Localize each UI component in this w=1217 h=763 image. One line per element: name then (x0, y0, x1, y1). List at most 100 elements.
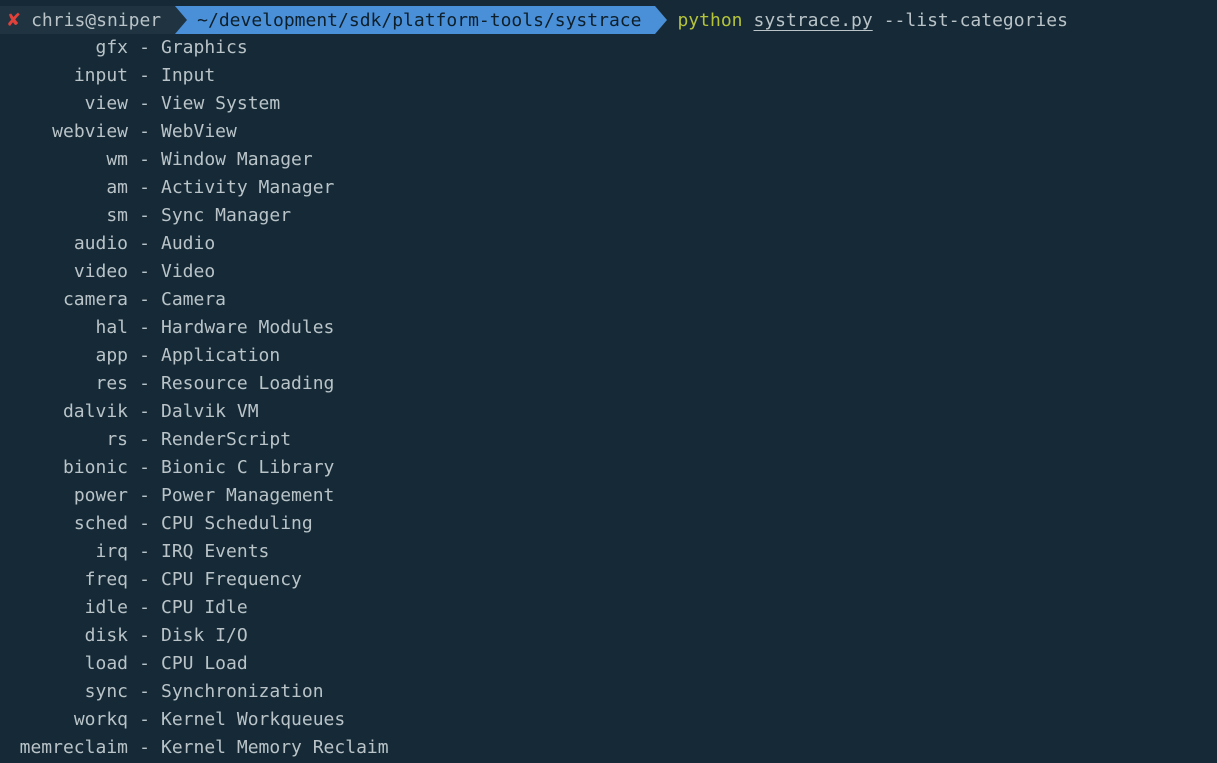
category-separator: - (139, 597, 150, 618)
category-description: Resource Loading (161, 373, 335, 394)
category-description: Kernel Workqueues (161, 709, 346, 730)
category-row: disk - Disk I/O (0, 622, 389, 650)
category-description: CPU Idle (161, 597, 248, 618)
category-row: input - Input (0, 62, 389, 90)
category-row: hal - Hardware Modules (0, 314, 389, 342)
category-key: power (73, 485, 128, 506)
category-key: input (73, 65, 128, 86)
category-description: Synchronization (161, 681, 324, 702)
category-description: WebView (161, 121, 237, 142)
category-separator: - (139, 121, 150, 142)
category-description: Video (161, 261, 216, 282)
category-key: rs (106, 429, 128, 450)
current-directory: ~/development/sdk/platform-tools/systrac… (197, 9, 642, 31)
category-separator: - (139, 513, 150, 534)
category-key: sync (84, 681, 128, 702)
category-row: bionic - Bionic C Library (0, 454, 389, 482)
category-row: app - Application (0, 342, 389, 370)
category-key: idle (84, 597, 128, 618)
category-description: Disk I/O (161, 625, 248, 646)
category-list: gfx - Graphics input - Input view - View System w… (0, 34, 389, 762)
category-key: workq (73, 709, 128, 730)
error-status-icon: ✘ (6, 9, 22, 31)
category-row: memreclaim - Kernel Memory Reclaim (0, 734, 389, 762)
category-separator: - (139, 681, 150, 702)
category-description: Power Management (161, 485, 335, 506)
category-row: audio - Audio (0, 230, 389, 258)
category-separator: - (139, 37, 150, 58)
category-key: sched (73, 513, 128, 534)
category-separator: - (139, 625, 150, 646)
category-key: hal (95, 317, 128, 338)
category-description: Activity Manager (161, 177, 335, 198)
category-row: workq - Kernel Workqueues (0, 706, 389, 734)
category-key: video (73, 261, 128, 282)
category-key: wm (106, 149, 128, 170)
category-separator: - (139, 653, 150, 674)
category-separator: - (139, 93, 150, 114)
category-separator: - (139, 177, 150, 198)
category-row: res - Resource Loading (0, 370, 389, 398)
category-key: camera (62, 289, 128, 310)
prompt-user-segment: ✘ chris@sniper (0, 6, 188, 34)
category-key: view (84, 93, 128, 114)
category-description: Dalvik VM (161, 401, 259, 422)
category-row: load - CPU Load (0, 650, 389, 678)
category-separator: - (139, 65, 150, 86)
category-separator: - (139, 317, 150, 338)
category-description: CPU Frequency (161, 569, 302, 590)
category-description: Audio (161, 233, 216, 254)
category-separator: - (139, 149, 150, 170)
command-script: systrace.py (753, 9, 873, 31)
category-row: sched - CPU Scheduling (0, 510, 389, 538)
category-separator: - (139, 485, 150, 506)
category-separator: - (139, 457, 150, 478)
category-row: video - Video (0, 258, 389, 286)
category-description: Input (161, 65, 216, 86)
category-description: CPU Load (161, 653, 248, 674)
category-separator: - (139, 289, 150, 310)
category-key: am (106, 177, 128, 198)
command-args: --list-categories (883, 9, 1068, 31)
user-host: chris@sniper (31, 9, 162, 31)
category-row: camera - Camera (0, 286, 389, 314)
category-row: sync - Synchronization (0, 678, 389, 706)
category-separator: - (139, 429, 150, 450)
category-description: Bionic C Library (161, 457, 335, 478)
category-key: gfx (95, 37, 128, 58)
category-row: dalvik - Dalvik VM (0, 398, 389, 426)
category-row: view - View System (0, 90, 389, 118)
category-key: memreclaim (19, 737, 128, 758)
category-row: power - Power Management (0, 482, 389, 510)
command-program: python (677, 9, 743, 31)
category-row: gfx - Graphics (0, 34, 389, 62)
category-description: View System (161, 93, 281, 114)
category-row: am - Activity Manager (0, 174, 389, 202)
category-separator: - (139, 205, 150, 226)
category-key: sm (106, 205, 128, 226)
category-row: idle - CPU Idle (0, 594, 389, 622)
shell-prompt: ✘ chris@sniper ~/development/sdk/platfor… (0, 6, 1217, 34)
category-key: app (95, 345, 128, 366)
category-description: CPU Scheduling (161, 513, 313, 534)
category-description: Graphics (161, 37, 248, 58)
category-description: Kernel Memory Reclaim (161, 737, 389, 758)
category-separator: - (139, 373, 150, 394)
category-row: freq - CPU Frequency (0, 566, 389, 594)
category-row: irq - IRQ Events (0, 538, 389, 566)
category-key: audio (73, 233, 128, 254)
category-description: Sync Manager (161, 205, 292, 226)
category-separator: - (139, 737, 150, 758)
category-separator: - (139, 401, 150, 422)
category-row: sm - Sync Manager (0, 202, 389, 230)
category-separator: - (139, 709, 150, 730)
category-key: disk (84, 625, 128, 646)
category-description: Camera (161, 289, 227, 310)
category-key: irq (95, 541, 128, 562)
category-description: Window Manager (161, 149, 313, 170)
category-key: res (95, 373, 128, 394)
category-separator: - (139, 261, 150, 282)
category-key: dalvik (62, 401, 128, 422)
command-line[interactable]: python systrace.py --list-categories (677, 10, 1067, 31)
category-key: webview (52, 121, 128, 142)
